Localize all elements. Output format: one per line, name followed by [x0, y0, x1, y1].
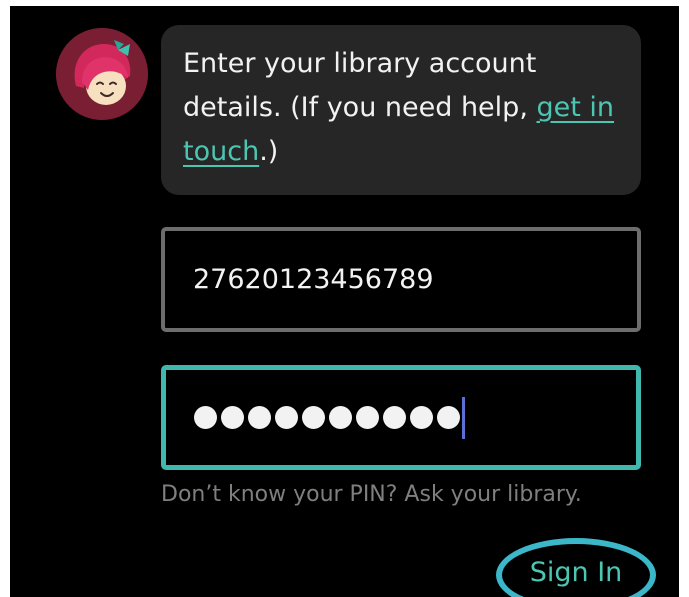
instruction-message-bubble: Enter your library account details. (If …: [161, 25, 641, 195]
card-number-field[interactable]: 27620123456789: [161, 227, 641, 332]
pin-hint-text: Don’t know your PIN? Ask your library.: [161, 482, 582, 507]
pin-mask-dot: [383, 406, 406, 429]
card-number-value: 27620123456789: [193, 264, 434, 295]
instruction-text: Enter your library account details. (If …: [183, 48, 537, 123]
pin-mask-dot: [437, 406, 460, 429]
sign-in-label: Sign In: [529, 556, 623, 588]
pin-mask-dot: [302, 406, 325, 429]
pin-mask-dot: [356, 406, 379, 429]
pin-mask-dot: [221, 406, 244, 429]
pin-field[interactable]: [161, 365, 641, 470]
instruction-text-end: .): [259, 136, 279, 167]
pin-mask-dot: [275, 406, 298, 429]
pin-mask-dot: [329, 406, 352, 429]
text-cursor: [462, 396, 465, 439]
libby-avatar-icon: [56, 28, 148, 120]
sign-in-screen: Enter your library account details. (If …: [10, 6, 679, 597]
sign-in-button[interactable]: Sign In: [496, 538, 656, 597]
pin-mask-dot: [410, 406, 433, 429]
pin-mask-dot: [248, 406, 271, 429]
pin-masked-dots: [194, 406, 460, 429]
pin-mask-dot: [194, 406, 217, 429]
libby-character-icon: [56, 28, 148, 120]
